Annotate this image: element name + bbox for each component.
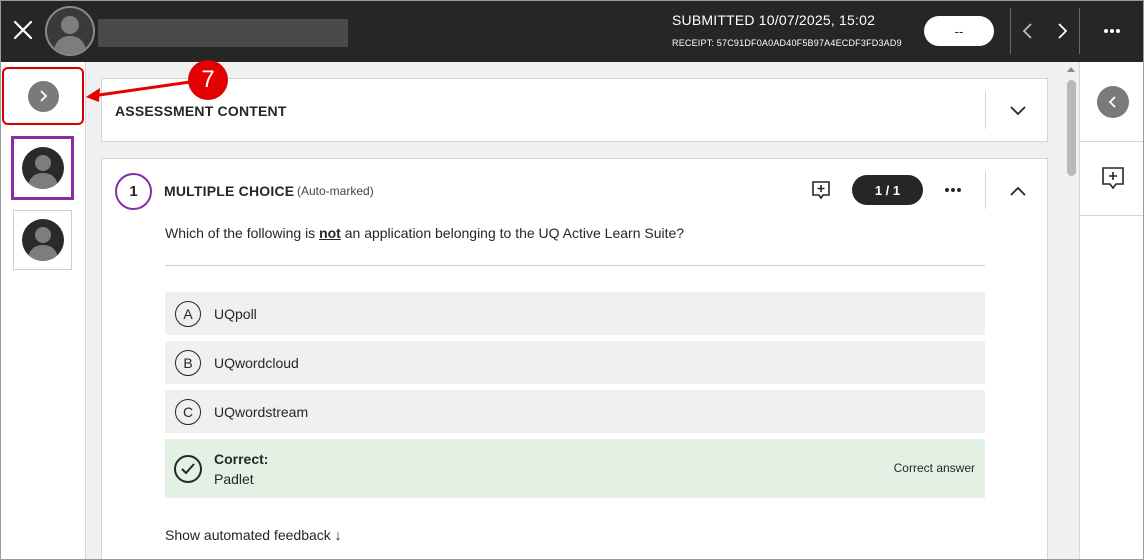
panel-divider — [1080, 141, 1144, 142]
show-feedback-link[interactable]: Show automated feedback ↓ — [165, 527, 342, 543]
more-icon — [945, 188, 961, 192]
option-text: UQwordstream — [214, 403, 309, 420]
prompt-text-after: an application belonging to the UQ Activ… — [340, 225, 685, 241]
answer-option-a: A UQpoll — [165, 292, 985, 335]
add-feedback-button[interactable] — [808, 177, 834, 203]
header-divider — [1010, 8, 1011, 54]
more-icon — [1104, 29, 1120, 33]
card-divider — [985, 91, 986, 129]
chevron-up-icon — [1010, 186, 1026, 196]
question-score[interactable]: 1 / 1 — [852, 175, 923, 205]
add-comment-icon — [812, 181, 830, 200]
expand-button-circle — [27, 80, 59, 112]
option-letter: B — [175, 349, 201, 376]
next-student-button[interactable] — [1050, 16, 1076, 46]
previous-student-button[interactable] — [1014, 16, 1040, 46]
answer-option-c: C UQwordstream — [165, 390, 985, 433]
top-bar: SUBMITTED 10/07/2025, 15:02 RECEIPT: 57C… — [0, 0, 1144, 62]
student-name-redacted — [98, 19, 348, 47]
chevron-right-icon — [1058, 23, 1068, 39]
student-list-panel — [0, 62, 86, 560]
grade-input[interactable]: -- — [924, 16, 994, 46]
question-type: MULTIPLE CHOICE — [164, 183, 295, 199]
student-avatar — [45, 6, 95, 56]
chevron-left-icon — [1022, 23, 1032, 39]
expand-student-list-button[interactable] — [2, 67, 84, 125]
scrollbar-thumb[interactable] — [1067, 80, 1076, 176]
receipt-code: RECEIPT: 57C91DF0A0AD40F5B97A4ECDF3FD3AD… — [672, 38, 902, 48]
scroll-up-arrow[interactable] — [1067, 67, 1075, 72]
option-text: UQwordcloud — [214, 354, 299, 371]
more-options-button[interactable] — [1098, 16, 1126, 46]
avatar-icon — [26, 227, 59, 261]
divider — [165, 265, 985, 266]
assessment-content-card: ASSESSMENT CONTENT — [101, 78, 1048, 142]
student-thumbnail-selected[interactable] — [11, 136, 74, 200]
check-icon — [181, 462, 195, 474]
close-icon — [13, 20, 33, 40]
avatar — [21, 147, 64, 189]
option-letter: A — [175, 300, 201, 327]
right-tools-panel — [1079, 62, 1144, 560]
close-button[interactable] — [8, 14, 38, 46]
expand-section-button[interactable] — [1004, 97, 1032, 125]
expand-right-panel-button[interactable] — [1097, 86, 1129, 118]
card-divider — [985, 171, 986, 209]
chevron-right-icon — [40, 90, 48, 102]
question-prompt: Which of the following is not an applica… — [165, 225, 684, 241]
collapse-question-button[interactable] — [1004, 177, 1032, 205]
question-card: 1 MULTIPLE CHOICE (Auto-marked) 1 / 1 Wh… — [101, 158, 1048, 560]
annotation-number-badge: 7 — [188, 60, 228, 100]
correct-label: Correct: — [214, 450, 269, 467]
correct-answer-option: Correct: Padlet Correct answer — [165, 439, 985, 498]
prompt-emphasis: not — [319, 225, 341, 241]
correct-answer-tag: Correct answer — [893, 461, 975, 475]
avatar-icon — [26, 155, 59, 189]
student-thumbnail[interactable] — [13, 210, 72, 270]
header-divider — [1079, 8, 1080, 54]
annotation-arrow — [86, 80, 191, 102]
avatar — [21, 219, 64, 261]
correct-answer-text: Correct: Padlet — [214, 449, 268, 489]
option-text: UQpoll — [214, 305, 257, 322]
question-more-button[interactable] — [940, 177, 966, 203]
main-content: ASSESSMENT CONTENT 1 MULTIPLE CHOICE (Au… — [86, 62, 1079, 560]
chevron-left-icon — [1108, 96, 1116, 108]
avatar-icon — [53, 16, 87, 54]
auto-marked-label: (Auto-marked) — [297, 184, 374, 198]
answer-option-b: B UQwordcloud — [165, 341, 985, 384]
prompt-text-before: Which of the following is — [165, 225, 320, 241]
question-number: 1 — [115, 173, 152, 210]
panel-divider — [1080, 215, 1144, 216]
option-letter: C — [175, 398, 201, 425]
submitted-timestamp: SUBMITTED 10/07/2025, 15:02 — [672, 12, 876, 28]
add-comment-icon — [1102, 167, 1124, 190]
chevron-down-icon — [1010, 106, 1026, 116]
correct-value: Padlet — [214, 470, 254, 487]
check-circle — [174, 454, 202, 483]
add-overall-feedback-button[interactable] — [1099, 164, 1127, 192]
